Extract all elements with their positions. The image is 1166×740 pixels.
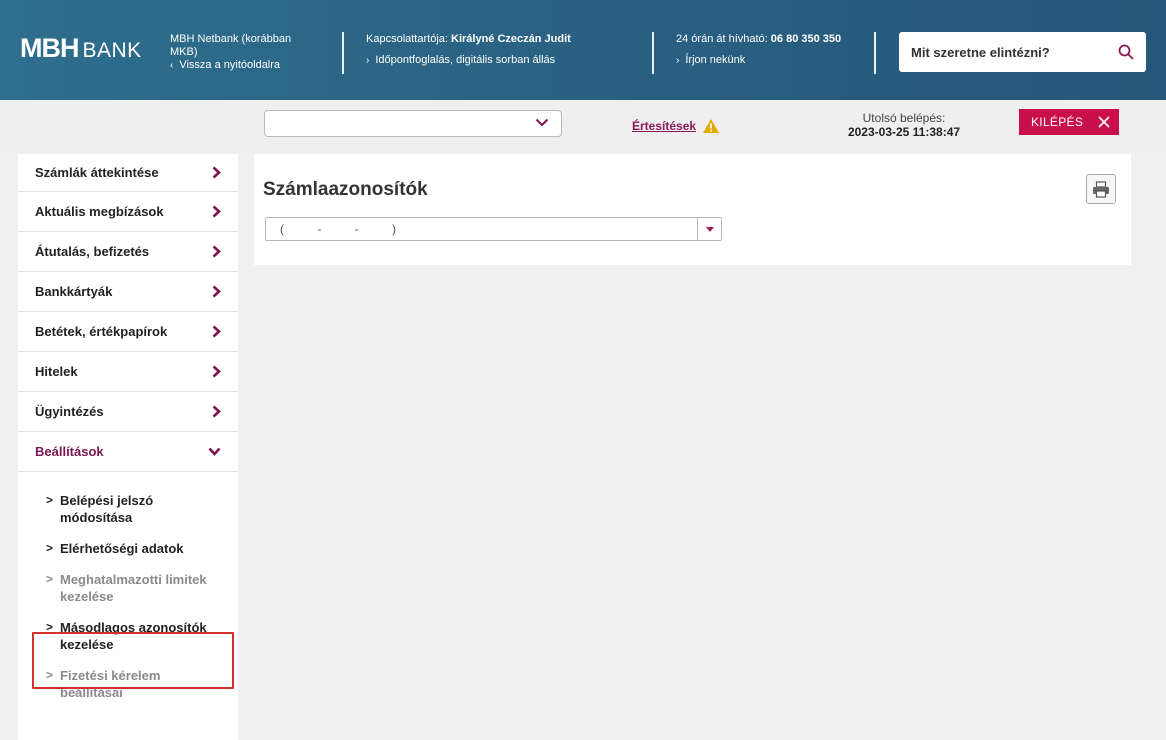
last-login: Utolsó belépés: 2023-03-25 11:38:47 [830,111,978,139]
submenu-label: kezelése [60,589,114,604]
sidebar-item-transfers[interactable]: Átutalás, befizetés [18,232,238,272]
booking-link[interactable]: › Időpontfoglalás, digitális sorban állá… [366,54,571,67]
search-placeholder: Mit szeretne elintézni? [911,44,1050,60]
last-login-label: Utolsó belépés: [862,111,946,125]
sidebar-item-administration[interactable]: Ügyintézés [18,392,238,432]
warning-icon [703,119,720,133]
sidebar-item-label: Átutalás, befizetés [35,244,150,259]
search-icon[interactable] [1118,44,1134,60]
chevron-right-icon: › [676,55,680,66]
submenu-item-contact-details[interactable]: > Elérhetőségi adatok [18,540,238,557]
chevron-right-icon [212,166,221,179]
sidebar-item-label: Hitelek [35,364,78,379]
header-divider [652,32,654,74]
top-header: MBH BANK MBH Netbank (korábban MKB) ‹ Vi… [0,0,1166,100]
chevron-right-icon [212,325,221,338]
submenu-label: módosítása [60,510,133,525]
sidebar-item-current-orders[interactable]: Aktuális megbízások [18,192,238,232]
chevron-right-icon: > [46,493,54,507]
sidebar-item-label: Számlák áttekintése [35,165,159,180]
submenu-item-change-password[interactable]: > Belépési jelszó módosítása [18,492,238,526]
chevron-right-icon: > [46,572,54,586]
netbank-title-line2: MKB) [170,46,198,58]
header-divider [342,32,344,74]
print-button[interactable] [1086,174,1116,204]
submenu-item-proxy-limits[interactable]: > Meghatalmazotti limitek kezelése [18,571,238,605]
sidebar-item-settings[interactable]: Beállítások [18,432,238,472]
sidebar-item-bank-cards[interactable]: Bankkártyák [18,272,238,312]
hotline-label: 24 órán át hívható: [676,33,768,45]
sidebar-item-label: Bankkártyák [35,284,113,299]
chevron-left-icon: ‹ [170,60,174,71]
header-divider [874,32,876,74]
logo-text: BANK [82,39,142,62]
write-us-link[interactable]: › Írjon nekünk [676,54,841,67]
search-input[interactable]: Mit szeretne elintézni? [899,32,1146,72]
logo-mark: MBH [20,33,79,63]
account-context-select[interactable] [264,110,562,137]
bank-logo[interactable]: MBH BANK [20,33,142,64]
chevron-right-icon: > [46,541,54,555]
printer-icon [1093,180,1109,198]
submenu-label: Belépési jelszó [60,493,154,508]
chevron-down-icon [535,118,549,127]
highlight-frame [32,632,234,689]
account-id-value: ( - - ) [280,222,397,236]
main-panel: Számlaazonosítók ( - - ) [254,154,1131,265]
chevron-down-icon [208,447,221,456]
logout-button[interactable]: KILÉPÉS [1019,109,1119,135]
chevron-right-icon [212,285,221,298]
back-to-home-link[interactable]: ‹ Vissza a nyitóoldalra [170,59,291,72]
notifications[interactable]: Értesítések [632,118,720,134]
chevron-right-icon [212,365,221,378]
chevron-right-icon [212,245,221,258]
contact-info: Kapcsolattartója: Királyné Czeczán Judit… [366,33,571,67]
sidebar-item-label: Aktuális megbízások [35,204,164,219]
sidebar-item-label: Betétek, értékpapírok [35,324,168,339]
contact-label: Kapcsolattartója: [366,33,448,45]
netbank-title-line1: MBH Netbank (korábban [170,33,292,45]
logout-label: KILÉPÉS [1031,115,1084,129]
contact-name: Királyné Czeczán Judit [451,33,571,45]
sidebar-nav: Számlák áttekintése Aktuális megbízások … [18,154,238,740]
toolbar: Értesítések Utolsó belépés: 2023-03-25 1… [0,100,1166,152]
netbank-info: MBH Netbank (korábban MKB) ‹ Vissza a ny… [170,33,291,72]
last-login-value: 2023-03-25 11:38:47 [847,125,961,139]
write-us-label: Írjon nekünk [685,54,746,66]
booking-link-label: Időpontfoglalás, digitális sorban állás [375,54,556,66]
chevron-right-icon: › [366,55,370,66]
dropdown-arrow-icon[interactable] [697,218,721,240]
sidebar-item-accounts-overview[interactable]: Számlák áttekintése [18,154,238,192]
sidebar-item-deposits-securities[interactable]: Betétek, értékpapírok [18,312,238,352]
back-link-label: Vissza a nyitóoldalra [179,59,281,71]
sidebar-item-loans[interactable]: Hitelek [18,352,238,392]
submenu-label: Elérhetőségi adatok [60,541,184,556]
close-icon [1098,116,1110,128]
notifications-link[interactable]: Értesítések [632,119,696,133]
page-title: Számlaazonosítók [263,179,428,200]
sidebar-item-label: Ügyintézés [35,404,104,419]
hotline-number[interactable]: 06 80 350 350 [771,33,841,45]
chevron-right-icon [212,205,221,218]
account-id-select[interactable]: ( - - ) [265,217,722,241]
submenu-label: Meghatalmazotti limitek [60,572,207,587]
chevron-right-icon [212,405,221,418]
hotline-info: 24 órán át hívható: 06 80 350 350 › Írjo… [676,33,841,67]
sidebar-item-label: Beállítások [35,444,104,459]
